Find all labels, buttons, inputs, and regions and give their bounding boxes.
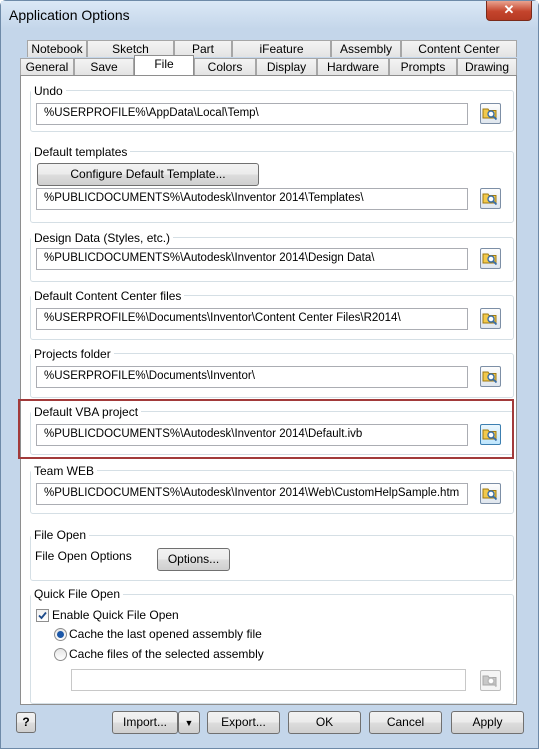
chevron-down-icon: ▼ <box>184 718 194 728</box>
tab-save[interactable]: Save <box>74 58 134 75</box>
team-web-browse-button[interactable] <box>480 483 501 504</box>
tab-general[interactable]: General <box>20 58 74 75</box>
tab-ifeature[interactable]: iFeature <box>232 40 331 57</box>
tab-prompts[interactable]: Prompts <box>389 58 457 75</box>
content-center-path-field[interactable]: %USERPROFILE%\Documents\Inventor\Content… <box>36 308 468 330</box>
file-open-label: File Open <box>31 528 90 542</box>
cache-last-opened-radio[interactable] <box>54 628 67 641</box>
undo-path-field[interactable]: %USERPROFILE%\AppData\Local\Temp\ <box>36 103 468 125</box>
design-data-path-field[interactable]: %PUBLICDOCUMENTS%\Autodesk\Inventor 2014… <box>36 248 468 270</box>
tab-hardware[interactable]: Hardware <box>317 58 389 75</box>
close-icon: ✕ <box>503 2 515 17</box>
tab-file[interactable]: File <box>134 55 194 75</box>
tab-display[interactable]: Display <box>256 58 317 75</box>
cache-selected-assembly-radio[interactable] <box>54 648 67 661</box>
quick-open-browse-button[interactable] <box>480 670 501 691</box>
enable-quick-file-open-label: Enable Quick File Open <box>52 608 179 622</box>
folder-search-icon <box>482 193 498 206</box>
highlight-annotation <box>18 399 514 459</box>
apply-button[interactable]: Apply <box>451 711 524 734</box>
folder-search-icon <box>482 108 498 121</box>
templates-browse-button[interactable] <box>480 188 501 209</box>
design-data-browse-button[interactable] <box>480 248 501 269</box>
undo-label: Undo <box>31 84 66 98</box>
undo-browse-button[interactable] <box>480 103 501 124</box>
cache-last-opened-label: Cache the last opened assembly file <box>69 627 262 641</box>
close-button[interactable]: ✕ <box>486 1 532 21</box>
team-web-label: Team WEB <box>31 464 98 478</box>
configure-default-template-button[interactable]: Configure Default Template... <box>37 163 259 186</box>
file-open-options-button[interactable]: Options... <box>157 548 230 571</box>
templates-group <box>30 151 514 223</box>
cancel-button[interactable]: Cancel <box>369 711 442 734</box>
tab-assembly[interactable]: Assembly <box>331 40 401 57</box>
export-button[interactable]: Export... <box>207 711 280 734</box>
projects-label: Projects folder <box>31 347 114 361</box>
content-center-browse-button[interactable] <box>480 308 501 329</box>
file-open-options-label: File Open Options <box>35 549 132 563</box>
folder-search-icon <box>482 488 498 501</box>
folder-search-icon <box>482 675 498 688</box>
tab-notebook[interactable]: Notebook <box>27 40 87 57</box>
templates-label: Default templates <box>31 145 131 159</box>
help-icon: ? <box>22 715 30 729</box>
projects-path-field[interactable]: %USERPROFILE%\Documents\Inventor\ <box>36 366 468 388</box>
content-center-label: Default Content Center files <box>31 289 185 303</box>
templates-path-field[interactable]: %PUBLICDOCUMENTS%\Autodesk\Inventor 2014… <box>36 188 468 210</box>
import-dropdown-button[interactable]: ▼ <box>178 711 200 734</box>
folder-search-icon <box>482 313 498 326</box>
folder-search-icon <box>482 371 498 384</box>
ok-button[interactable]: OK <box>288 711 361 734</box>
checkmark-icon <box>38 611 47 620</box>
window-title: Application Options <box>9 7 130 23</box>
quick-open-path-field[interactable] <box>71 669 466 691</box>
quick-file-open-label: Quick File Open <box>31 587 124 601</box>
cache-selected-assembly-label: Cache files of the selected assembly <box>69 647 264 661</box>
help-button[interactable]: ? <box>16 712 36 733</box>
title-bar: Application Options ✕ <box>1 1 538 29</box>
tab-drawing[interactable]: Drawing <box>457 58 517 75</box>
tab-content-center[interactable]: Content Center <box>401 40 517 57</box>
import-button[interactable]: Import... <box>112 711 178 734</box>
team-web-path-field[interactable]: %PUBLICDOCUMENTS%\Autodesk\Inventor 2014… <box>36 483 468 505</box>
design-data-label: Design Data (Styles, etc.) <box>31 231 174 245</box>
projects-browse-button[interactable] <box>480 366 501 387</box>
enable-quick-file-open-checkbox[interactable] <box>36 609 49 622</box>
tab-colors[interactable]: Colors <box>194 58 256 75</box>
folder-search-icon <box>482 253 498 266</box>
